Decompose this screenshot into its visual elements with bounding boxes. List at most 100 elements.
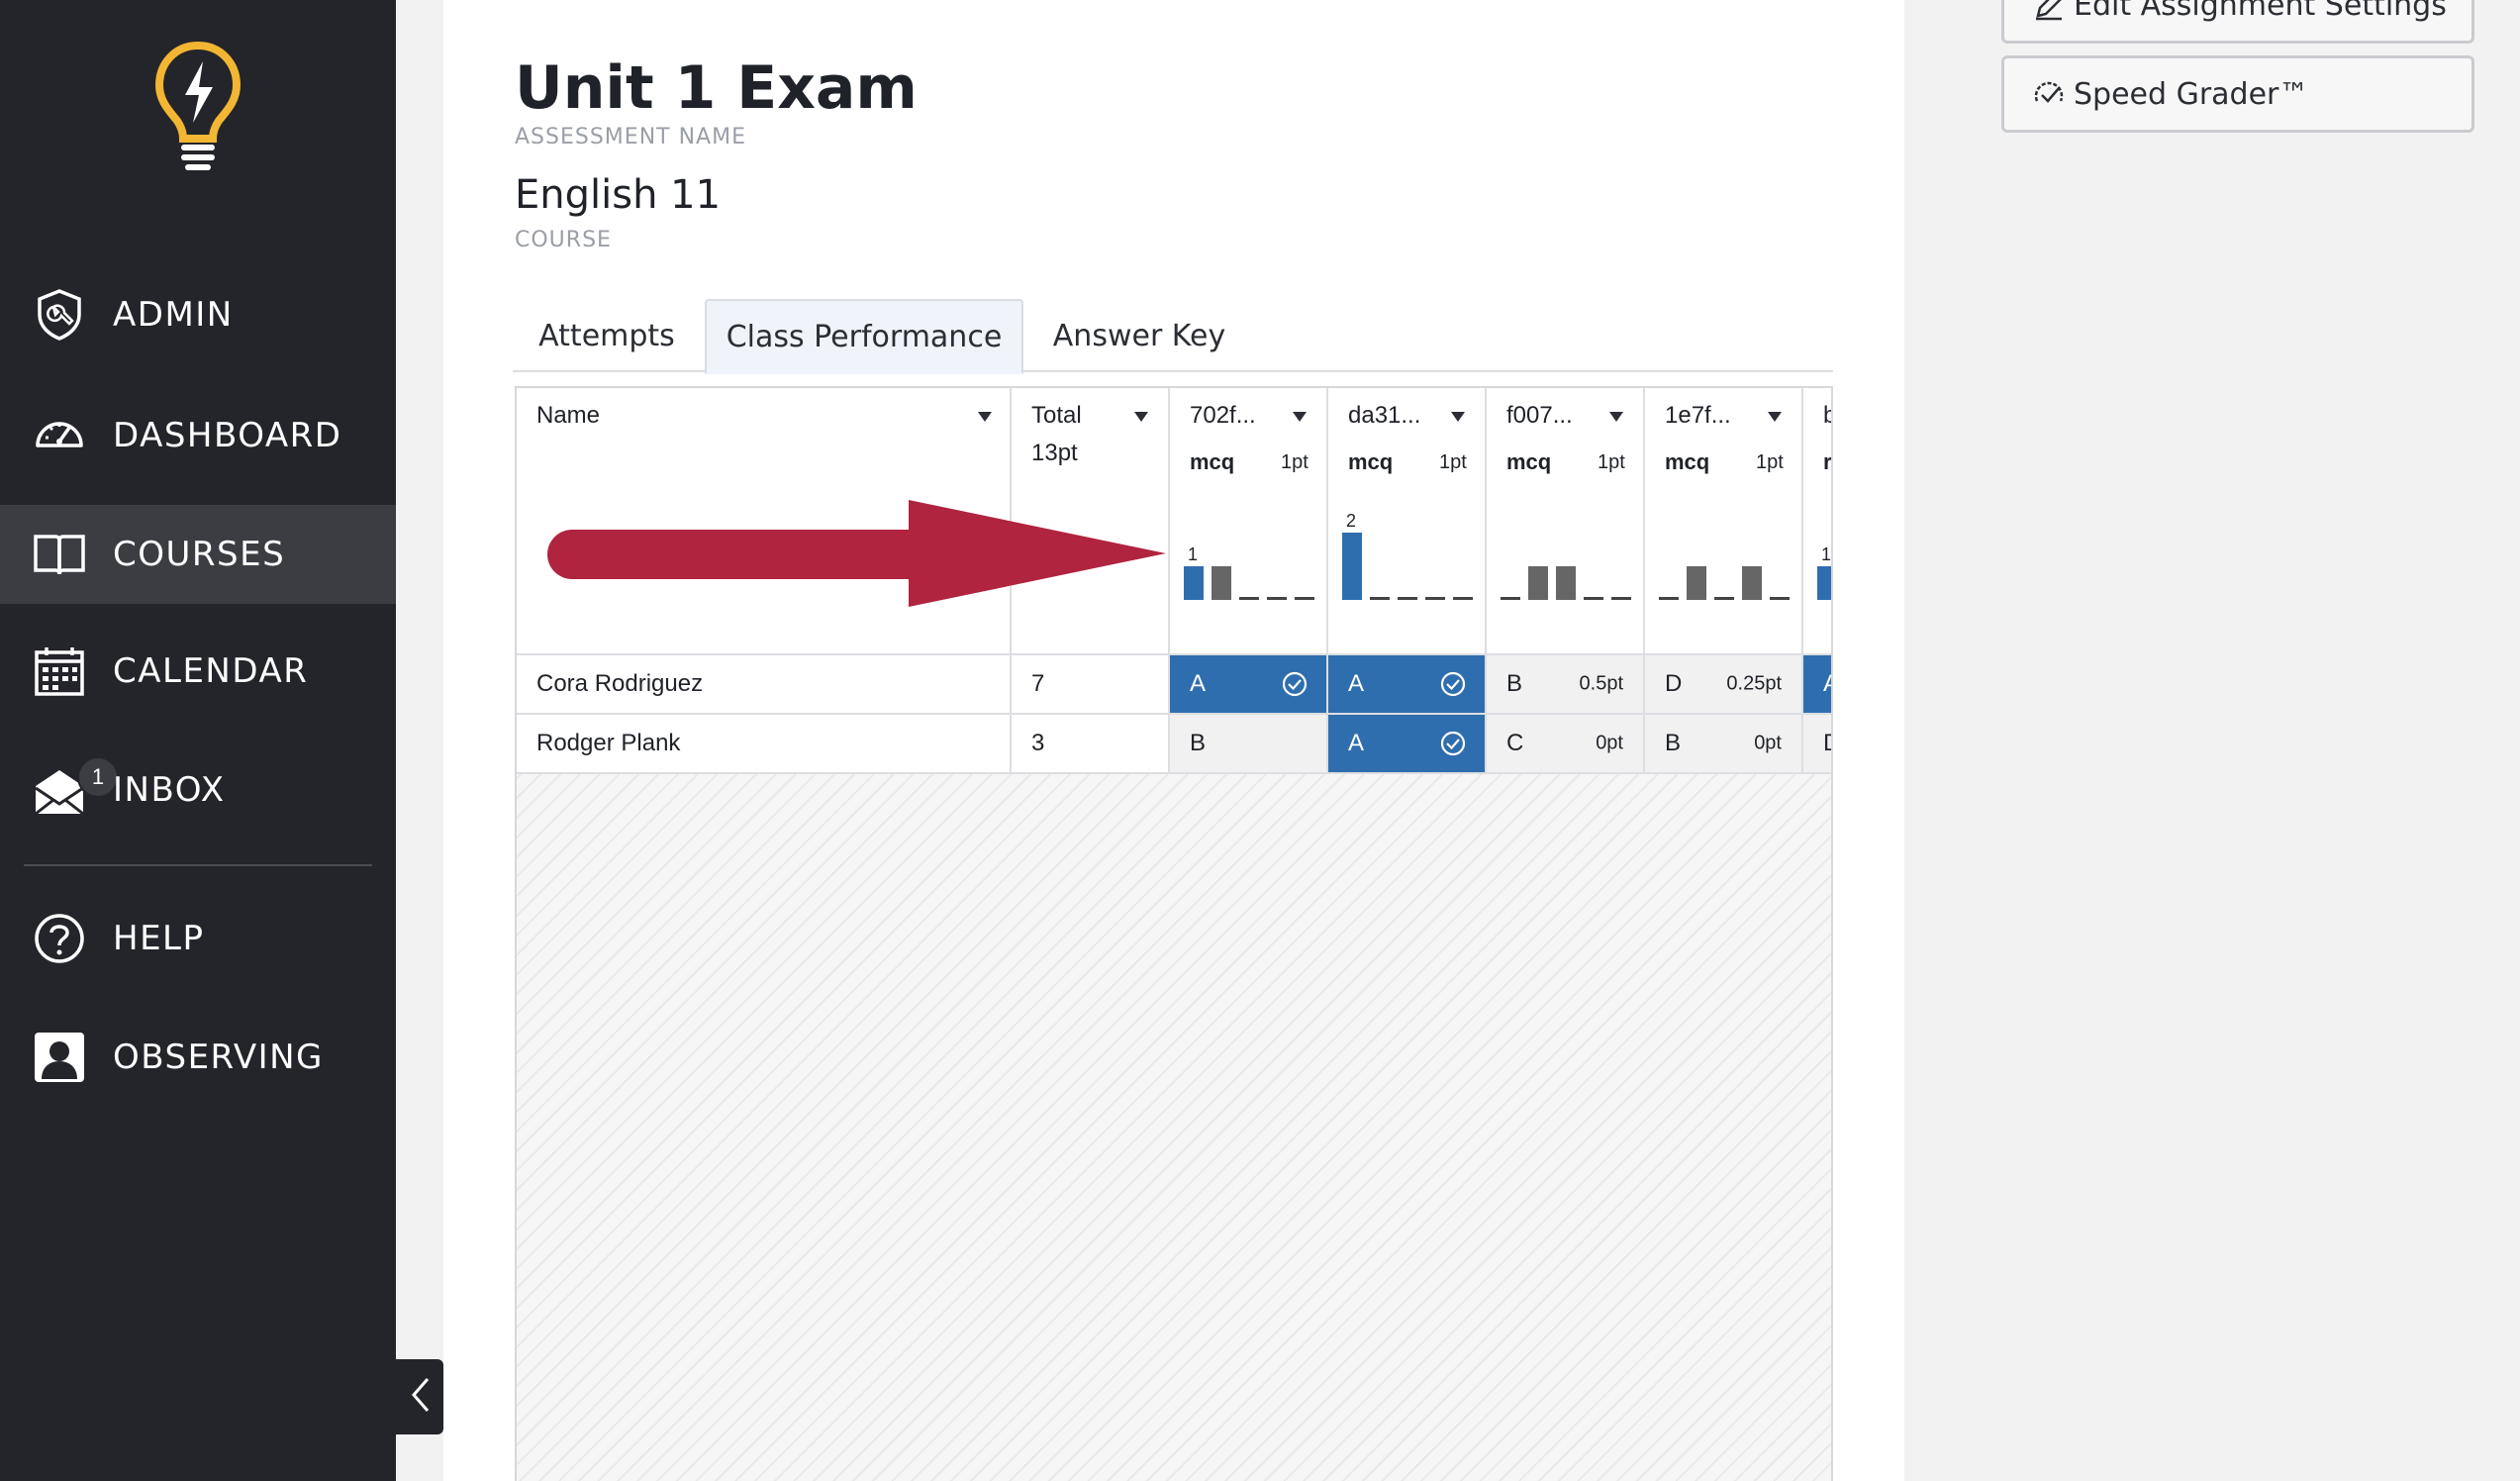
sidebar-item-label: DASHBOARD xyxy=(113,416,342,455)
question-column-header[interactable]: da31... mcq 1pt 2 xyxy=(1328,388,1487,655)
check-circle-icon xyxy=(1282,671,1308,697)
sidebar-item-courses[interactable]: COURSES xyxy=(0,505,396,604)
caret-down-icon[interactable] xyxy=(1609,412,1623,422)
question-type: mcq xyxy=(1506,449,1552,474)
envelope-icon: 1 xyxy=(32,756,119,818)
distribution-bar[interactable] xyxy=(1556,566,1576,600)
edit-settings-label: Edit Assignment Settings xyxy=(2074,0,2447,23)
edit-assignment-settings-button[interactable]: Edit Assignment Settings xyxy=(2001,0,2474,44)
question-type: mcq xyxy=(1190,449,1235,474)
answer-choice: B xyxy=(1665,730,1682,756)
distribution-bar[interactable] xyxy=(1584,597,1603,600)
student-total: 3 xyxy=(1031,730,1045,756)
answer-choice: B xyxy=(1506,670,1523,697)
earned-points: 0.5pt xyxy=(1579,672,1623,695)
earned-points: 0pt xyxy=(1596,732,1623,754)
speedometer-icon xyxy=(32,408,87,463)
sidebar-item-help[interactable]: HELP xyxy=(0,889,396,988)
distribution-bar[interactable] xyxy=(1342,533,1362,600)
answer-cell[interactable]: A xyxy=(1328,715,1487,774)
sidebar-item-label: CALENDAR xyxy=(113,651,309,691)
question-column-header[interactable]: br 1 xyxy=(1803,388,1832,655)
person-silhouette-icon xyxy=(32,1030,87,1085)
sidebar-item-calendar[interactable]: CALENDAR xyxy=(0,622,396,721)
answer-cell[interactable]: B 0pt xyxy=(1645,715,1803,774)
question-type: r xyxy=(1823,449,1832,474)
question-type: mcq xyxy=(1665,449,1710,474)
distribution-bar[interactable] xyxy=(1714,597,1734,600)
check-circle-icon xyxy=(1440,671,1466,697)
table-row-name-cell[interactable]: Rodger Plank xyxy=(517,715,1012,774)
answer-cell[interactable]: D 0.25pt xyxy=(1645,655,1803,715)
sidebar-item-label: HELP xyxy=(113,919,205,958)
bar-count-label: 1 xyxy=(1188,544,1199,564)
sidebar: ADMIN DASHBOARD COURSES CALENDAR 1 INBOX… xyxy=(0,0,396,1481)
distribution-bar[interactable] xyxy=(1659,597,1679,600)
student-name: Cora Rodriguez xyxy=(536,670,704,697)
distribution-bar[interactable] xyxy=(1817,566,1831,600)
answer-choice: A xyxy=(1190,670,1207,697)
answer-cell[interactable]: B xyxy=(1170,715,1328,774)
sidebar-item-label: ADMIN xyxy=(113,295,234,335)
answer-cell[interactable]: C 0pt xyxy=(1487,715,1645,774)
table-row-name-cell[interactable]: Cora Rodriguez xyxy=(517,655,1012,715)
distribution-bar[interactable] xyxy=(1770,597,1790,600)
distribution-bar[interactable] xyxy=(1370,597,1390,600)
question-column-header[interactable]: f007... mcq 1pt xyxy=(1487,388,1645,655)
distribution-bar[interactable] xyxy=(1687,566,1706,600)
question-id: f007... xyxy=(1506,402,1573,429)
sidebar-item-admin[interactable]: ADMIN xyxy=(0,265,396,364)
question-id: 1e7f... xyxy=(1665,402,1731,429)
student-name: Rodger Plank xyxy=(536,730,681,756)
answer-cell[interactable]: D xyxy=(1803,715,1831,774)
table-row-total-cell: 7 xyxy=(1012,655,1170,715)
distribution-bar[interactable] xyxy=(1398,597,1417,600)
pencil-icon xyxy=(2036,0,2062,21)
distribution-bar[interactable] xyxy=(1267,597,1287,600)
course-caption: COURSE xyxy=(515,228,612,252)
caret-down-icon[interactable] xyxy=(978,412,992,422)
answer-choice: A xyxy=(1348,670,1365,697)
answer-cell[interactable]: A xyxy=(1328,655,1487,715)
answer-choice: B xyxy=(1190,730,1207,756)
distribution-bar[interactable] xyxy=(1295,597,1314,600)
course-name: English 11 xyxy=(515,172,722,218)
tab-answer-key[interactable]: Answer Key xyxy=(1027,299,1251,372)
distribution-bar[interactable] xyxy=(1453,597,1473,600)
distribution-bar[interactable] xyxy=(1742,566,1762,600)
question-points: 1pt xyxy=(1756,451,1784,473)
caret-down-icon[interactable] xyxy=(1451,412,1465,422)
collapse-sidebar-button[interactable] xyxy=(396,1359,443,1434)
lightbulb-logo-icon[interactable] xyxy=(153,40,242,178)
caret-down-icon[interactable] xyxy=(1768,412,1782,422)
distribution-bar[interactable] xyxy=(1528,566,1548,600)
caret-down-icon[interactable] xyxy=(1134,412,1148,422)
bar-count-label: 1 xyxy=(1821,544,1832,564)
answer-cell[interactable]: B 0.5pt xyxy=(1487,655,1645,715)
question-points: 1pt xyxy=(1439,451,1467,473)
distribution-bar[interactable] xyxy=(1239,597,1259,600)
sidebar-item-label: COURSES xyxy=(113,535,286,574)
speed-grader-button[interactable]: Speed Grader™ xyxy=(2001,55,2474,133)
question-id: da31... xyxy=(1348,402,1421,429)
assessment-title: Unit 1 Exam xyxy=(515,53,918,123)
caret-down-icon[interactable] xyxy=(1293,412,1307,422)
answer-cell[interactable]: A xyxy=(1170,655,1328,715)
sidebar-item-inbox[interactable]: 1 INBOX xyxy=(0,740,396,839)
question-column-header[interactable]: 702f... mcq 1pt 1 xyxy=(1170,388,1328,655)
sidebar-item-dashboard[interactable]: DASHBOARD xyxy=(0,386,396,485)
check-circle-icon xyxy=(1440,731,1466,756)
sidebar-item-observing[interactable]: OBSERVING xyxy=(0,1008,396,1107)
question-points: 1pt xyxy=(1281,451,1308,473)
tab-attempts[interactable]: Attempts xyxy=(513,299,701,372)
tab-class-performance[interactable]: Class Performance xyxy=(705,299,1023,374)
speed-grader-label: Speed Grader™ xyxy=(2074,76,2309,112)
distribution-bar[interactable] xyxy=(1501,597,1520,600)
distribution-bar[interactable] xyxy=(1611,597,1631,600)
question-column-header[interactable]: 1e7f... mcq 1pt xyxy=(1645,388,1803,655)
speed-grader-check-icon xyxy=(2034,81,2064,103)
distribution-bar[interactable] xyxy=(1212,566,1231,600)
distribution-bar[interactable] xyxy=(1425,597,1445,600)
distribution-bar[interactable] xyxy=(1184,566,1204,600)
answer-cell[interactable]: A xyxy=(1803,655,1831,715)
